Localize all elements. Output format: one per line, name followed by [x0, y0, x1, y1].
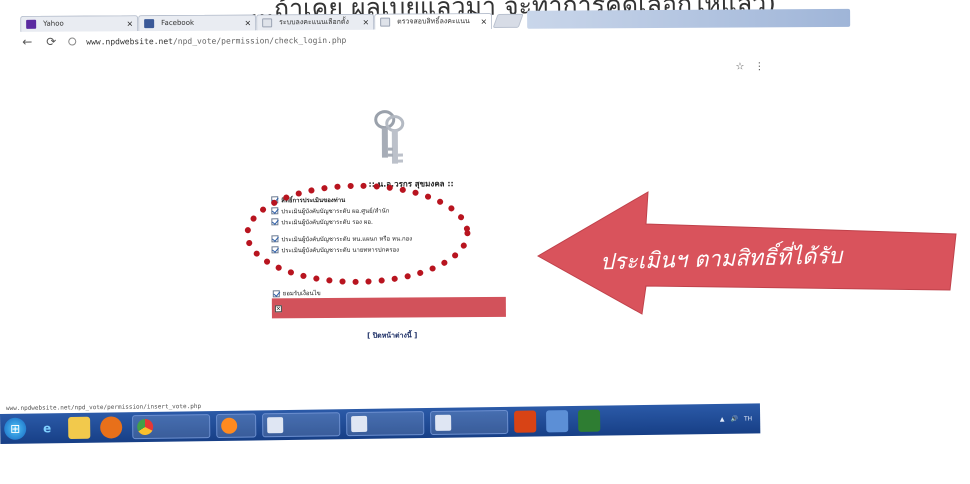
calculator-icon[interactable] — [546, 410, 569, 433]
document-icon — [267, 417, 284, 434]
start-button-icon[interactable]: ⊞ — [4, 417, 27, 440]
title-bar — [527, 8, 851, 29]
taskbar-app-document[interactable] — [429, 409, 509, 435]
tab-close-icon[interactable]: × — [244, 15, 251, 30]
tray-expand-icon[interactable]: ▲ — [720, 415, 725, 422]
highlight-dotted-ellipse — [244, 182, 471, 285]
toolbar-actions: ☆ ⋮ — [735, 61, 764, 72]
close-window-link[interactable]: [ ปิดหน้าต่างนี้ ] — [367, 330, 417, 341]
facebook-favicon-icon — [144, 19, 155, 29]
chrome-icon — [137, 418, 154, 436]
tab-close-icon[interactable]: × — [480, 14, 487, 29]
ie-icon[interactable]: e — [36, 417, 58, 439]
page-favicon-icon — [380, 17, 391, 27]
tab-label: Yahoo — [43, 19, 64, 28]
yahoo-favicon-icon — [26, 19, 37, 29]
tab-yahoo[interactable]: Yahoo × — [20, 15, 139, 32]
folder-icon[interactable] — [68, 416, 91, 440]
taskbar-app-document[interactable] — [262, 412, 341, 438]
taskbar-app-firefox[interactable] — [216, 413, 257, 438]
taskbar-app-document[interactable] — [346, 411, 425, 437]
document-icon — [351, 415, 368, 433]
firefox-icon — [221, 417, 238, 434]
presentation-icon[interactable] — [514, 410, 537, 433]
language-indicator[interactable]: TH — [744, 415, 752, 422]
new-tab-button[interactable] — [492, 13, 524, 28]
page-favicon-icon — [262, 18, 273, 28]
accept-label: ยอมรับเงื่อนไข — [282, 290, 321, 298]
reload-icon[interactable]: ⟳ — [44, 35, 58, 49]
url-host: www.npdwebsite.net — [86, 36, 173, 46]
site-info-icon[interactable] — [68, 37, 77, 46]
document-icon — [435, 414, 452, 431]
volume-icon[interactable]: 🔊 — [730, 415, 738, 422]
address-bar[interactable]: www.npdwebsite.net/npd_vote/permission/c… — [86, 35, 346, 46]
close-icon[interactable]: × — [274, 304, 282, 312]
tab-label: Facebook — [161, 18, 195, 28]
tab-close-icon[interactable]: × — [126, 16, 133, 31]
accept-row: ยอมรับเงื่อนไข — [272, 288, 321, 298]
tab-check-permission[interactable]: ตรวจสอบสิทธิ์ลงคะแนน × — [374, 12, 493, 30]
keys-icon — [374, 110, 405, 164]
tab-close-icon[interactable]: × — [362, 15, 369, 30]
menu-icon[interactable]: ⋮ — [754, 61, 764, 72]
taskbar-app-chrome[interactable] — [132, 414, 211, 440]
tab-vote-system[interactable]: ระบบลงคะแนนเลือกตั้ง × — [256, 13, 375, 31]
back-icon[interactable]: ← — [20, 35, 34, 49]
spreadsheet-icon[interactable] — [577, 409, 601, 432]
tab-label: ตรวจสอบสิทธิ์ลงคะแนน — [397, 17, 470, 26]
tab-label: ระบบลงคะแนนเลือกตั้ง — [279, 17, 349, 27]
accept-checkbox[interactable] — [272, 289, 280, 297]
tab-facebook[interactable]: Facebook × — [138, 14, 257, 32]
submit-bar[interactable]: × — [271, 296, 506, 319]
url-path: /npd_vote/permission/check_login.php — [172, 35, 347, 46]
system-tray: ▲ 🔊 TH — [720, 415, 752, 422]
bookmark-star-icon[interactable]: ☆ — [735, 61, 744, 72]
browser-toolbar: ← ⟳ www.npdwebsite.net/npd_vote/permissi… — [20, 27, 780, 52]
media-icon[interactable] — [100, 416, 123, 439]
